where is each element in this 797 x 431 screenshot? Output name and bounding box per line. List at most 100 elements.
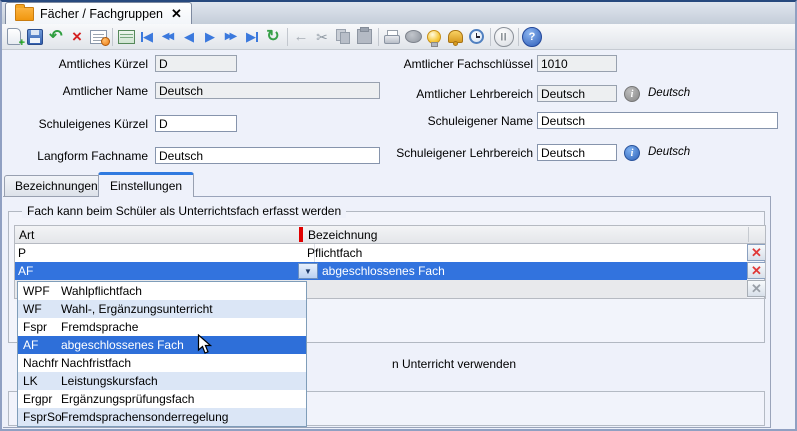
copy-icon xyxy=(336,29,351,44)
toolbar-separator xyxy=(518,28,519,46)
amtlicher-lehrbereich-field[interactable] xyxy=(537,85,617,102)
sliders-icon: || xyxy=(501,32,507,41)
new-page-icon: + xyxy=(7,28,21,45)
label-schuleigenes-kuerzel: Schuleigenes Kürzel xyxy=(0,117,148,131)
paste-button[interactable] xyxy=(354,27,374,47)
table-row[interactable]: P Pflichtfach xyxy=(14,244,747,263)
table-row-selected[interactable]: AF abgeschlossenes Fach xyxy=(14,262,747,280)
folder-icon xyxy=(15,7,34,21)
dropdown-item-lk[interactable]: LK Leistungskursfach xyxy=(18,372,306,390)
delete-row-button-disabled: ✕ xyxy=(747,280,766,297)
paste-icon xyxy=(357,29,372,44)
amtlicher-lehrbereich-note: Deutsch xyxy=(648,87,690,99)
cut-button[interactable]: ✂ xyxy=(312,27,332,47)
hint-button[interactable] xyxy=(424,27,444,47)
label-amtlicher-lehrbereich: Amtlicher Lehrbereich xyxy=(380,87,533,101)
grid-header: Art Bezeichnung xyxy=(14,225,766,244)
delete-icon: × xyxy=(72,28,82,45)
save-button[interactable] xyxy=(25,27,45,47)
question-icon: ? xyxy=(529,31,536,43)
new-record-button[interactable]: + xyxy=(4,27,24,47)
cell-art[interactable]: AF xyxy=(18,264,33,278)
nav-last-icon: ▶ xyxy=(246,30,256,43)
undo-icon: ↶ xyxy=(49,29,62,45)
cancel-edit-button[interactable] xyxy=(88,27,108,47)
tab-einstellungen[interactable]: Einstellungen xyxy=(98,172,194,197)
panel-bottom-border xyxy=(3,427,771,428)
schuleigener-lehrbereich-field[interactable] xyxy=(537,144,617,161)
help-button[interactable]: ? xyxy=(522,27,542,47)
groupbox-title: Fach kann beim Schüler als Unterrichtsfa… xyxy=(22,204,346,218)
cell-art[interactable]: P xyxy=(18,246,26,260)
label-amtliches-kuerzel: Amtliches Kürzel xyxy=(0,57,148,71)
nav-next-fast-button[interactable]: ▶▶ xyxy=(221,27,241,47)
schuleigener-name-field[interactable] xyxy=(537,112,778,129)
label-amtlicher-fachschluessel: Amtlicher Fachschlüssel xyxy=(380,57,533,71)
nav-next-button[interactable]: ▶ xyxy=(200,27,220,47)
nav-first-icon: ◀ xyxy=(143,30,153,43)
delete-row-button[interactable]: ✕ xyxy=(747,244,766,261)
table-view-button[interactable] xyxy=(116,27,136,47)
lightbulb-icon xyxy=(427,30,441,44)
undo-button[interactable]: ↶ xyxy=(46,27,66,47)
schuleigener-lehrbereich-note: Deutsch xyxy=(648,146,690,158)
bell-icon xyxy=(448,30,463,43)
nav-first-button[interactable]: ◀ xyxy=(137,27,157,47)
form-icon xyxy=(90,30,107,44)
double-left-icon: ◀◀ xyxy=(162,32,174,42)
history-back-button[interactable]: ← xyxy=(291,27,311,47)
info-icon-gray[interactable]: i xyxy=(624,86,640,102)
nav-prev-fast-button[interactable]: ◀◀ xyxy=(158,27,178,47)
reminder-button[interactable] xyxy=(466,27,486,47)
amtlicher-name-field[interactable] xyxy=(155,82,380,99)
tab-title: Fächer / Fachgruppen xyxy=(40,7,163,21)
notification-button[interactable] xyxy=(445,27,465,47)
options-button[interactable]: || xyxy=(494,27,514,47)
label-langform-fachname: Langform Fachname xyxy=(0,149,148,163)
dropdown-item-af-highlighted[interactable]: AF abgeschlossenes Fach xyxy=(18,336,306,354)
back-arrow-icon: ← xyxy=(294,29,309,44)
label-amtlicher-name: Amtlicher Name xyxy=(0,84,148,98)
orange-dot-icon xyxy=(101,37,110,46)
dropdown-item-wf[interactable]: WF Wahl-, Ergänzungsunterricht xyxy=(18,300,306,318)
copy-button[interactable] xyxy=(333,27,353,47)
dropdown-item-fsprso[interactable]: FsprSo Fremdsprachensonderregelung xyxy=(18,408,306,426)
dropdown-item-fspr[interactable]: Fspr Fremdsprache xyxy=(18,318,306,336)
amtliches-kuerzel-field[interactable] xyxy=(155,55,237,72)
left-triangle-icon: ◀ xyxy=(184,30,194,43)
table-icon xyxy=(118,30,135,44)
schuleigenes-kuerzel-field[interactable] xyxy=(155,115,237,132)
header-separator xyxy=(748,227,749,242)
label-schuleigener-name: Schuleigener Name xyxy=(380,114,533,128)
printer-icon xyxy=(384,30,400,44)
nav-prev-button[interactable]: ◀ xyxy=(179,27,199,47)
alarm-clock-icon xyxy=(469,29,484,44)
document-tab-bar: Fächer / Fachgruppen ✕ xyxy=(0,0,797,25)
dropdown-item-nachfr[interactable]: Nachfr Nachfristfach xyxy=(18,354,306,372)
dropdown-item-wpf[interactable]: WPF Wahlpflichtfach xyxy=(18,282,306,300)
tab-bezeichnungen[interactable]: Bezeichnungen xyxy=(4,175,109,197)
amtlicher-fachschluessel-field[interactable] xyxy=(537,55,617,72)
art-combobox-button[interactable]: ▼ xyxy=(298,263,318,279)
dropdown-item-ergpr[interactable]: Ergpr Ergänzungsprüfungsfach xyxy=(18,390,306,408)
art-dropdown-list: WPF Wahlpflichtfach WF Wahl-, Ergänzungs… xyxy=(17,281,307,427)
toolbar-separator xyxy=(378,28,379,46)
snapshot-button[interactable] xyxy=(403,27,423,47)
save-icon xyxy=(27,29,43,45)
double-right-icon: ▶▶ xyxy=(225,32,237,42)
print-button[interactable] xyxy=(382,27,402,47)
panel-right-border xyxy=(770,197,771,427)
column-header-art: Art xyxy=(19,228,34,242)
refresh-icon: ↻ xyxy=(266,29,279,45)
close-icon[interactable]: ✕ xyxy=(171,7,182,20)
delete-button[interactable]: × xyxy=(67,27,87,47)
nav-last-button[interactable]: ▶ xyxy=(242,27,262,47)
info-icon-blue[interactable]: i xyxy=(624,145,640,161)
cell-bezeichnung[interactable]: Pflichtfach xyxy=(307,246,362,260)
partial-label-unterricht: n Unterricht verwenden xyxy=(392,357,516,371)
delete-row-button[interactable]: ✕ xyxy=(747,262,766,279)
langform-fachname-field[interactable] xyxy=(155,147,380,164)
cell-bezeichnung[interactable]: abgeschlossenes Fach xyxy=(322,264,445,278)
tab-faecher-fachgruppen[interactable]: Fächer / Fachgruppen ✕ xyxy=(5,2,192,24)
refresh-button[interactable]: ↻ xyxy=(263,27,283,47)
